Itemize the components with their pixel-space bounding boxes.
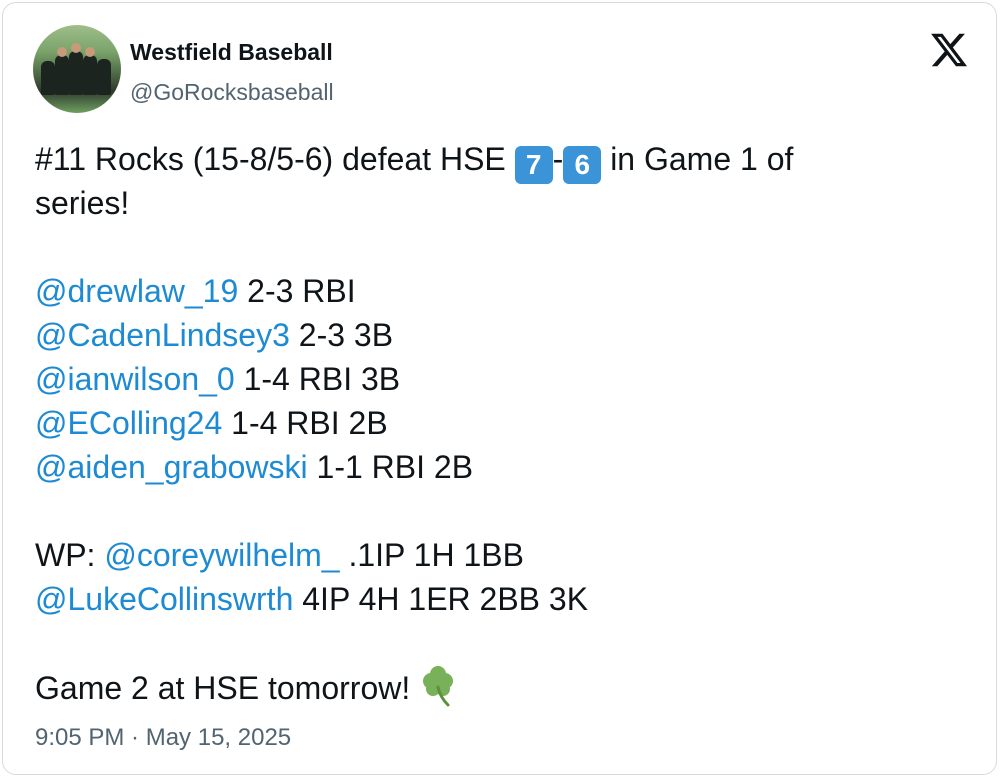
batter-line: @ianwilson_0 1-4 RBI 3B — [35, 361, 401, 397]
x-logo-icon[interactable] — [928, 30, 970, 70]
mention-link[interactable]: @EColling24 — [35, 405, 222, 441]
batter-line: @drewlaw_19 2-3 RBI — [35, 273, 356, 309]
tweet-timestamp[interactable]: 9:05 PM · May 15, 2025 — [35, 724, 291, 752]
batter-line: @CadenLindsey3 2-3 3B — [35, 317, 394, 353]
mention-link[interactable]: @coreywilhelm_ — [104, 537, 339, 573]
score-keycap-away: 6 — [563, 146, 602, 184]
mention-link[interactable]: @ianwilson_0 — [35, 361, 235, 397]
avatar[interactable] — [33, 25, 121, 113]
winning-pitcher-line: WP: @coreywilhelm_ .1IP 1H 1BB — [35, 537, 524, 573]
batter-line: @EColling24 1-4 RBI 2B — [35, 405, 388, 441]
mention-link[interactable]: @CadenLindsey3 — [35, 317, 290, 353]
tweet-text: #11 Rocks (15-8/5-6) defeat HSE 7-6 in G… — [35, 137, 955, 709]
mention-link[interactable]: @LukeCollinswrth — [35, 581, 293, 617]
author-handle[interactable]: @GoRocksbaseball — [130, 79, 334, 106]
pitcher-line: @LukeCollinswrth 4IP 4H 1ER 2BB 3K — [35, 581, 589, 617]
batter-line: @aiden_grabowski 1-1 RBI 2B — [35, 449, 474, 485]
author-display-name[interactable]: Westfield Baseball — [130, 39, 333, 66]
headline-line-2: series! — [35, 185, 130, 221]
mention-link[interactable]: @drewlaw_19 — [35, 273, 238, 309]
closing-line: Game 2 at HSE tomorrow! — [35, 665, 955, 709]
shamrock-icon — [423, 666, 454, 707]
tweet-card[interactable]: Westfield Baseball @GoRocksbaseball #11 … — [2, 2, 997, 775]
mention-link[interactable]: @aiden_grabowski — [35, 449, 308, 485]
headline-line: #11 Rocks (15-8/5-6) defeat HSE 7-6 in G… — [35, 137, 955, 184]
score-keycap-home: 7 — [514, 146, 553, 184]
